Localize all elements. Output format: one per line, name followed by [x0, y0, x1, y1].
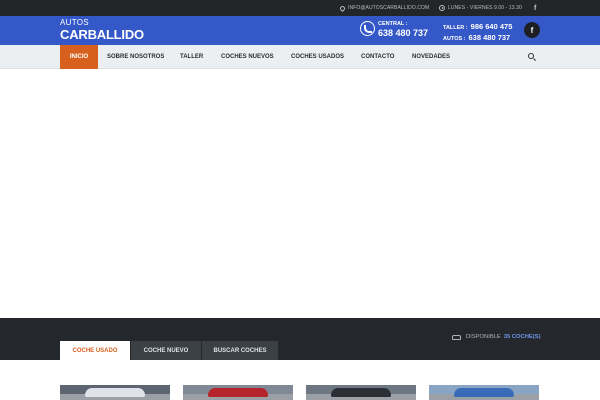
top-info-bar: INFO@AUTOSCARBALLIDO.COM LUNES - VIERNES…	[0, 0, 600, 16]
facebook-icon: f	[530, 25, 534, 35]
phone-icon	[360, 21, 375, 36]
facebook-button[interactable]: f	[524, 22, 540, 38]
opening-hours: LUNES - VIERNES 9.00 - 13.30	[439, 0, 522, 16]
tab-coche-nuevo[interactable]: COCHE NUEVO	[131, 341, 201, 360]
car-shape	[208, 388, 268, 397]
autos-number[interactable]: 638 480 737	[469, 33, 511, 42]
taller-phone[interactable]: TALLER :986 640 475	[443, 22, 512, 33]
available-cars: DISPONIBLE 35 COCHE(S)	[452, 334, 541, 340]
main-nav: INICIO SOBRE NOSOTROS TALLER COCHES NUEV…	[0, 45, 600, 69]
car-shape	[454, 388, 514, 397]
contact-numbers: TALLER :986 640 475 AUTOS :638 480 737	[443, 22, 512, 44]
nav-item-contacto[interactable]: CONTACTO	[361, 45, 394, 69]
logo[interactable]: AUTOS CARBALLIDO	[60, 18, 144, 42]
car-listing-image[interactable]	[306, 385, 416, 400]
email-link[interactable]: INFO@AUTOSCARBALLIDO.COM	[338, 0, 429, 16]
nav-item-novedades[interactable]: NOVEDADES	[412, 45, 450, 69]
car-listing-image[interactable]	[183, 385, 293, 400]
nav-item-inicio[interactable]: INICIO	[60, 45, 98, 69]
tab-coche-usado[interactable]: COCHE USADO	[60, 341, 130, 360]
nav-item-sobre-nosotros[interactable]: SOBRE NOSOTROS	[107, 45, 164, 69]
car-shape	[85, 388, 145, 397]
tab-buscar-coches[interactable]: BUSCAR COCHES	[202, 341, 278, 360]
car-listing-image[interactable]	[60, 385, 170, 400]
facebook-icon[interactable]: f	[534, 0, 536, 16]
available-label: DISPONIBLE	[466, 334, 501, 340]
clock-icon	[439, 5, 445, 11]
available-count: 35 COCHE(S)	[503, 334, 541, 340]
autos-phone[interactable]: AUTOS :638 480 737	[443, 33, 512, 44]
inventory-bar: DISPONIBLE 35 COCHE(S) COCHE USADO COCHE…	[0, 318, 600, 360]
logo-main-text: CARBALLIDO	[60, 27, 144, 42]
taller-number[interactable]: 986 640 475	[471, 22, 513, 31]
location-pin-icon	[338, 4, 347, 12]
page: { "topbar": { "email": "INFO@AUTOSCARBAL…	[0, 0, 600, 400]
car-shape	[331, 388, 391, 397]
central-number[interactable]: 638 480 737	[378, 28, 428, 38]
search-icon[interactable]	[528, 53, 534, 59]
nav-item-taller[interactable]: TALLER	[180, 45, 203, 69]
autos-label: AUTOS :	[443, 36, 466, 42]
logo-top-text: AUTOS	[60, 18, 89, 27]
site-header: AUTOS CARBALLIDO CENTRAL : 638 480 737 T…	[0, 16, 600, 45]
car-icon	[452, 334, 461, 340]
car-listing-image[interactable]	[429, 385, 539, 400]
hero-slider	[0, 70, 600, 318]
email-text[interactable]: INFO@AUTOSCARBALLIDO.COM	[348, 5, 429, 11]
central-label: CENTRAL :	[378, 21, 408, 27]
nav-item-coches-nuevos[interactable]: COCHES NUEVOS	[221, 45, 274, 69]
taller-label: TALLER :	[443, 25, 468, 31]
central-phone[interactable]: CENTRAL : 638 480 737	[378, 21, 428, 38]
nav-item-coches-usados[interactable]: COCHES USADOS	[291, 45, 344, 69]
hours-text: LUNES - VIERNES 9.00 - 13.30	[448, 5, 522, 11]
